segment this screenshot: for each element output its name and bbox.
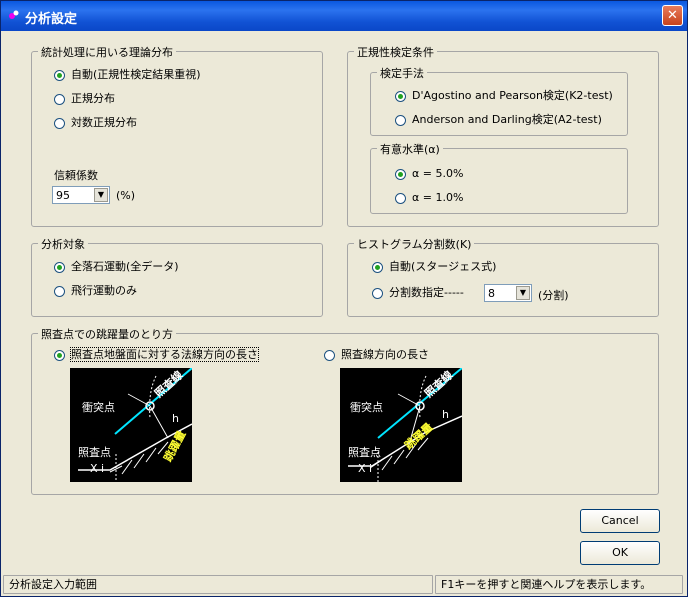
chevron-down-icon[interactable]: ▼ xyxy=(516,286,530,300)
h-label: h xyxy=(442,408,449,421)
target-option-flight[interactable]: 飛行運動のみ xyxy=(54,284,137,298)
jump-group: 照査点での跳躍量のとり方 照査点地盤面に対する法線方向の長さ 照査線方向の長さ … xyxy=(31,326,659,495)
level-option-1[interactable]: α = 1.0% xyxy=(395,191,463,205)
dist-option-auto[interactable]: 自動(正規性検定結果重視) xyxy=(54,68,201,82)
dist-option-normal[interactable]: 正規分布 xyxy=(54,92,115,106)
radio-icon xyxy=(395,192,406,204)
target-legend: 分析対象 xyxy=(38,236,88,252)
radio-icon xyxy=(395,90,406,102)
histogram-group: ヒストグラム分割数(K) 自動(スタージェス式) 分割数指定----- 8 ▼ … xyxy=(347,236,659,317)
method-legend: 検定手法 xyxy=(377,65,427,81)
target-option-all[interactable]: 全落石運動(全データ) xyxy=(54,260,179,274)
radio-icon xyxy=(54,349,65,361)
impact-point-label: 衝突点 xyxy=(82,401,115,414)
radio-icon xyxy=(54,285,65,297)
analysis-settings-dialog: 分析設定 ✕ 統計処理に用いる理論分布 自動(正規性検定結果重視) 正規分布 対… xyxy=(0,0,688,597)
title-bar[interactable]: 分析設定 ✕ xyxy=(1,1,687,31)
ok-button[interactable]: OK xyxy=(580,541,660,565)
confidence-unit: (%) xyxy=(116,189,136,202)
confidence-select[interactable]: 95 ▼ xyxy=(52,186,110,204)
radio-icon xyxy=(372,287,383,299)
radio-icon xyxy=(54,69,65,81)
jump-legend: 照査点での跳躍量のとり方 xyxy=(38,326,176,342)
jump-option-checkline[interactable]: 照査線方向の長さ xyxy=(324,348,429,362)
impact-point-label: 衝突点 xyxy=(350,401,383,414)
confidence-value: 95 xyxy=(56,189,70,202)
normality-group: 正規性検定条件 検定手法 D'Agostino and Pearson検定(K2… xyxy=(347,44,659,227)
dist-option-lognormal[interactable]: 対数正規分布 xyxy=(54,116,137,130)
chevron-down-icon[interactable]: ▼ xyxy=(94,188,108,202)
close-button[interactable]: ✕ xyxy=(662,5,683,26)
bin-count-select[interactable]: 8 ▼ xyxy=(484,284,532,302)
bin-count-unit: (分割) xyxy=(538,289,569,302)
check-point-label: 照査点 xyxy=(348,446,381,459)
method-option-a2[interactable]: Anderson and Darling検定(A2-test) xyxy=(395,113,602,127)
distribution-group: 統計処理に用いる理論分布 自動(正規性検定結果重視) 正規分布 対数正規分布 信… xyxy=(31,44,323,227)
radio-icon xyxy=(395,168,406,180)
radio-icon xyxy=(372,261,383,273)
distribution-legend: 統計処理に用いる理論分布 xyxy=(38,44,176,60)
level-option-5[interactable]: α = 5.0% xyxy=(395,167,463,181)
histogram-legend: ヒストグラム分割数(K) xyxy=(354,236,475,252)
significance-legend: 有意水準(α) xyxy=(377,141,443,157)
normal-direction-diagram: 照査線 衝突点 跳躍量 h 照査点 X i xyxy=(70,367,193,482)
status-right: F1キーを押すと関連ヘルプを表示します。 xyxy=(435,575,683,594)
radio-icon xyxy=(54,261,65,273)
close-icon: ✕ xyxy=(667,8,678,23)
confidence-label: 信頼係数 xyxy=(54,169,98,182)
radio-icon xyxy=(324,349,335,361)
cancel-button[interactable]: Cancel xyxy=(580,509,660,533)
target-group: 分析対象 全落石運動(全データ) 飛行運動のみ xyxy=(31,236,323,317)
histogram-option-manual[interactable]: 分割数指定----- xyxy=(372,286,464,300)
normality-legend: 正規性検定条件 xyxy=(354,44,437,60)
checkline-direction-diagram: 照査線 衝突点 跳躍量 h 照査点 X i xyxy=(340,367,463,482)
significance-group: 有意水準(α) α = 5.0% α = 1.0% xyxy=(370,141,628,214)
h-label: h xyxy=(172,412,179,425)
histogram-option-auto[interactable]: 自動(スタージェス式) xyxy=(372,260,496,274)
xi-label: X i xyxy=(90,462,105,475)
bin-count-value: 8 xyxy=(488,287,495,300)
app-icon xyxy=(9,10,19,19)
radio-icon xyxy=(54,93,65,105)
xi-label: X i xyxy=(358,462,373,475)
status-left: 分析設定入力範囲 xyxy=(3,575,433,594)
check-point-label: 照査点 xyxy=(78,446,111,459)
window-title: 分析設定 xyxy=(25,12,78,27)
method-group: 検定手法 D'Agostino and Pearson検定(K2-test) A… xyxy=(370,65,628,136)
method-option-k2[interactable]: D'Agostino and Pearson検定(K2-test) xyxy=(395,89,613,103)
jump-option-normal[interactable]: 照査点地盤面に対する法線方向の長さ xyxy=(54,347,259,362)
status-bar: 分析設定入力範囲 F1キーを押すと関連ヘルプを表示します。 xyxy=(1,573,687,596)
radio-icon xyxy=(395,114,406,126)
radio-icon xyxy=(54,117,65,129)
